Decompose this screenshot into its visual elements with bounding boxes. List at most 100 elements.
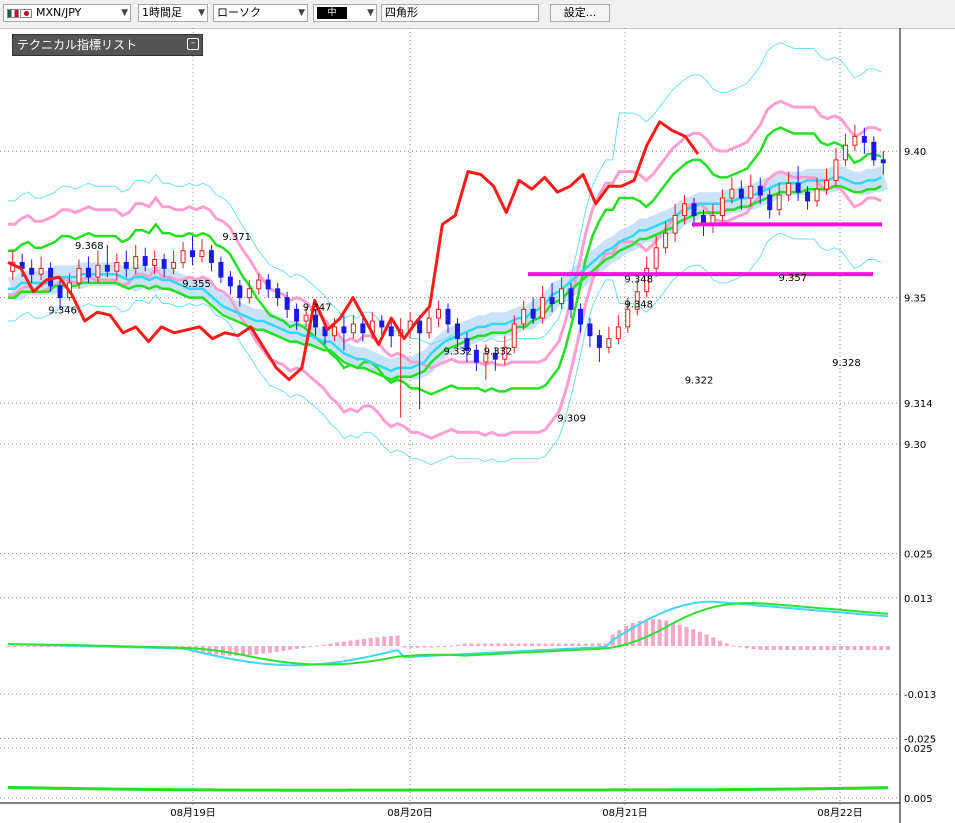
- candle-body: [691, 203, 697, 217]
- chart-type-select[interactable]: ローソク ▼: [213, 4, 308, 22]
- candle-body: [833, 159, 839, 181]
- candle-body: [795, 182, 801, 193]
- date-tick-label: 08月21日: [602, 807, 647, 819]
- macd-histogram-bar: [852, 646, 857, 651]
- candle-body: [663, 232, 669, 249]
- pair-select[interactable]: MXN/JPY ▼: [3, 4, 131, 22]
- macd-histogram-bar: [771, 646, 776, 651]
- price-annotation: 9.322: [685, 376, 714, 387]
- price-chart[interactable]: 9.3689.3719.3559.346 9.3479.3329.3329.309…: [0, 28, 955, 823]
- macd-histogram-bar: [435, 646, 440, 648]
- macd-histogram-bar: [6, 646, 10, 647]
- macd-histogram-bar: [657, 619, 662, 646]
- macd-histogram-bar: [818, 646, 823, 651]
- timeframe-select[interactable]: 1時間足 ▼: [138, 4, 208, 22]
- macd-tick-label: 0.025: [904, 550, 933, 561]
- macd-histogram-bar: [301, 646, 306, 648]
- macd-histogram-bar: [859, 646, 864, 651]
- candle-body: [303, 314, 309, 322]
- candle-body: [842, 144, 848, 161]
- macd-histogram-bar: [563, 643, 568, 646]
- collapse-icon[interactable]: –: [187, 38, 199, 50]
- candle-body: [152, 259, 158, 266]
- macd-histogram-bar: [462, 643, 467, 646]
- macd-tick-label: -0.013: [904, 690, 936, 701]
- candle-body: [454, 323, 460, 340]
- price-annotation: 9.332: [484, 346, 513, 357]
- candle-body: [331, 326, 337, 337]
- macd-histogram-bar: [388, 636, 393, 646]
- line-width-select[interactable]: 中 ▼: [313, 4, 377, 22]
- macd-histogram-bar: [348, 640, 353, 646]
- candle-body: [814, 188, 820, 202]
- candle-body: [133, 256, 139, 269]
- macd-histogram-bar: [556, 643, 561, 646]
- candle-body: [861, 135, 867, 143]
- candle-body: [38, 267, 44, 275]
- macd-histogram-bar: [825, 646, 830, 651]
- macd-histogram-bar: [724, 643, 729, 646]
- macd-histogram-bar: [536, 643, 541, 646]
- candle-body: [587, 323, 593, 337]
- candle-body: [577, 308, 583, 325]
- chevron-down-icon: ▼: [198, 8, 205, 18]
- macd-histogram-bar: [738, 646, 743, 648]
- candle-body: [350, 323, 356, 334]
- candle-body: [871, 141, 877, 161]
- macd-histogram-bar: [597, 643, 602, 646]
- price-annotation: 9.355: [182, 279, 211, 290]
- settings-button[interactable]: 設定...: [550, 4, 610, 22]
- price-tick-label: 9.40: [904, 147, 926, 158]
- macd-histogram-bar: [778, 646, 783, 651]
- macd-tick-label: 0.013: [904, 594, 933, 605]
- macd-histogram-bar: [543, 643, 548, 646]
- indicator-list-panel[interactable]: テクニカル指標リスト –: [12, 34, 203, 56]
- bollinger-inner-lower: [8, 169, 882, 440]
- candle-body: [417, 320, 423, 334]
- candle-body: [341, 326, 347, 334]
- macd-histogram-bar: [402, 646, 407, 648]
- macd-histogram-bar: [697, 631, 702, 646]
- macd-histogram-bar: [341, 641, 346, 646]
- macd-histogram-bar: [422, 646, 427, 648]
- price-annotation: 9.348: [624, 275, 653, 286]
- candle-body: [294, 308, 300, 322]
- price-annotation: 9.332: [444, 346, 473, 357]
- macd-histogram-bar: [12, 646, 17, 647]
- candle-body: [275, 288, 281, 299]
- candle-body: [190, 250, 196, 258]
- macd-histogram-bar: [321, 644, 326, 646]
- macd-histogram-bar: [39, 646, 44, 647]
- candle-body: [123, 261, 129, 269]
- macd-histogram-bar: [644, 619, 649, 646]
- date-tick-label: 08月22日: [817, 807, 862, 819]
- price-annotation: 9.368: [75, 241, 104, 252]
- candle-body: [48, 267, 54, 287]
- candle-body: [473, 349, 479, 363]
- candle-body: [208, 250, 214, 263]
- lower-indicator-line: [7, 786, 889, 792]
- candle-body: [313, 314, 319, 328]
- toolbar: MXN/JPY ▼ 1時間足 ▼ ローソク ▼ 中 ▼ 四角形 設定...: [0, 0, 955, 29]
- shape-field[interactable]: 四角形: [381, 4, 539, 22]
- candle-body: [142, 256, 148, 266]
- candle-body: [237, 285, 243, 299]
- macd-histogram-bar: [429, 646, 434, 648]
- indicator-list-title: テクニカル指標リスト: [17, 38, 138, 52]
- macd-histogram-bar: [288, 646, 293, 650]
- macd-panel: 0.0250.013-0.013-0.025: [0, 550, 936, 746]
- candle-body: [218, 261, 224, 278]
- macd-histogram-bar: [26, 646, 31, 647]
- candle-body: [227, 276, 233, 287]
- candle-body: [823, 179, 829, 190]
- candle-body: [738, 188, 744, 199]
- candle-body: [104, 264, 110, 272]
- macd-histogram-bar: [415, 646, 420, 648]
- macd-histogram-bar: [19, 646, 24, 647]
- candle-body: [606, 338, 612, 348]
- macd-histogram-bar: [254, 646, 259, 655]
- price-tick-label: 9.35: [904, 294, 926, 305]
- candle-body: [265, 279, 271, 290]
- candle-body: [379, 320, 385, 328]
- candle-body: [549, 297, 555, 304]
